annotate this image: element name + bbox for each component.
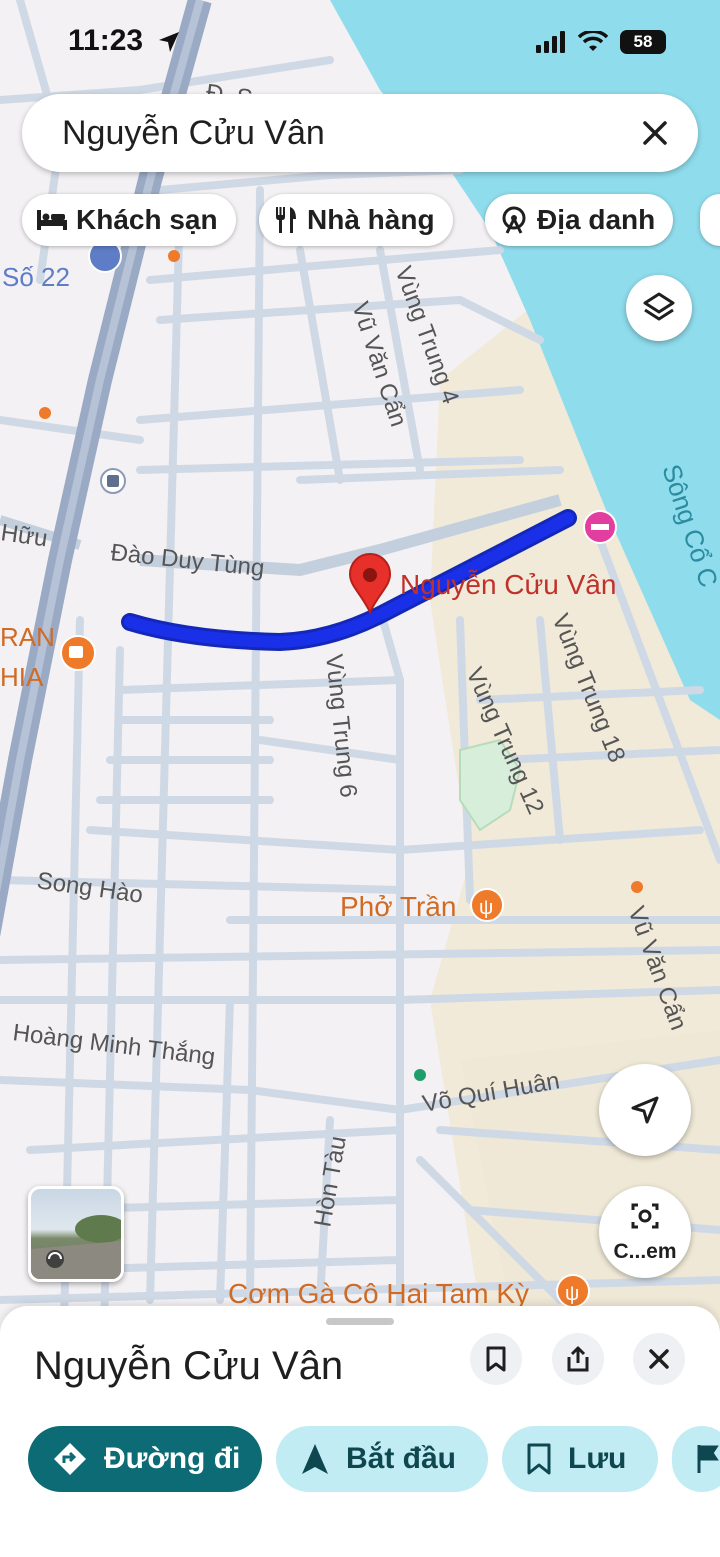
start-button[interactable]: Bắt đầu: [276, 1426, 488, 1492]
svg-text:Phở Trần: Phở Trần: [340, 891, 456, 922]
svg-text:RAN: RAN: [0, 622, 55, 652]
bookmark-outline-icon: [486, 1346, 506, 1372]
sheet-drag-handle[interactable]: [326, 1318, 394, 1325]
camera-button-label: C...em: [613, 1240, 677, 1263]
clear-search-icon[interactable]: [634, 112, 676, 154]
navigate-icon: [302, 1444, 328, 1474]
bed-icon: [37, 210, 67, 230]
directions-icon: [54, 1443, 86, 1475]
camera-button[interactable]: C...em: [599, 1186, 691, 1278]
chip-restaurants-label: Nhà hàng: [307, 204, 435, 235]
status-bar: 11:23 58: [0, 0, 720, 86]
camera-icon: [631, 1203, 659, 1229]
save-label: Lưu: [568, 1442, 627, 1475]
status-time: 11:23: [68, 24, 144, 57]
poi-hotel: [583, 510, 617, 544]
battery-indicator: 58: [620, 30, 666, 54]
start-label: Bắt đầu: [346, 1442, 457, 1475]
svg-text:Cơm Gà Cô Hai Tam Kỳ: Cơm Gà Cô Hai Tam Kỳ: [228, 1278, 529, 1309]
location-arrow-icon: [159, 32, 179, 52]
status-icons: 58: [536, 30, 666, 54]
chip-landmarks-label: Địa danh: [537, 204, 656, 235]
bookmark-icon: [527, 1443, 551, 1475]
chip-hotels-label: Khách sạn: [76, 204, 218, 235]
close-icon: [649, 1349, 669, 1369]
place-sheet[interactable]: Nguyễn Cửu Vân Đường đi Bắt đầu Lưu: [0, 1306, 720, 1557]
wifi-icon: [578, 31, 608, 51]
more-actions-button[interactable]: [672, 1426, 720, 1492]
save-icon-button[interactable]: [470, 1333, 522, 1385]
chip-landmarks[interactable]: Địa danh: [485, 194, 674, 246]
share-icon: [567, 1346, 589, 1372]
flag-icon: [697, 1445, 719, 1473]
place-title: Nguyễn Cửu Vân: [34, 1344, 344, 1388]
layers-icon: [643, 292, 675, 321]
search-bar[interactable]: Nguyễn Cửu Vân: [22, 94, 698, 172]
close-sheet-button[interactable]: [633, 1333, 685, 1385]
signal-icon: [536, 31, 565, 53]
street-view-thumbnail[interactable]: [28, 1186, 124, 1282]
my-location-button[interactable]: [599, 1064, 691, 1156]
fork-knife-icon: [276, 207, 296, 233]
directions-label: Đường đi: [104, 1442, 241, 1475]
street-view-scene: [31, 1215, 121, 1279]
chip-hotels[interactable]: Khách sạn: [22, 194, 236, 246]
directions-button[interactable]: Đường đi: [28, 1426, 262, 1492]
poi-pho-tran: Phở Trần ψ: [340, 888, 504, 922]
svg-text:ψ: ψ: [565, 1283, 579, 1305]
chip-restaurants[interactable]: Nhà hàng: [259, 194, 453, 246]
landmark-icon: [502, 206, 526, 234]
label-so-22: Số 22: [2, 262, 70, 292]
layers-button[interactable]: [626, 275, 692, 341]
search-query[interactable]: Nguyễn Cửu Vân: [62, 114, 325, 153]
svg-text:ψ: ψ: [479, 897, 493, 919]
navigation-arrow-icon: [631, 1096, 659, 1124]
svg-text:Nguyễn Cửu Vân: Nguyễn Cửu Vân: [400, 569, 616, 600]
save-button[interactable]: Lưu: [502, 1426, 658, 1492]
share-button[interactable]: [552, 1333, 604, 1385]
svg-text:HIA: HIA: [0, 662, 44, 692]
poi-bus-stop: [100, 468, 126, 494]
